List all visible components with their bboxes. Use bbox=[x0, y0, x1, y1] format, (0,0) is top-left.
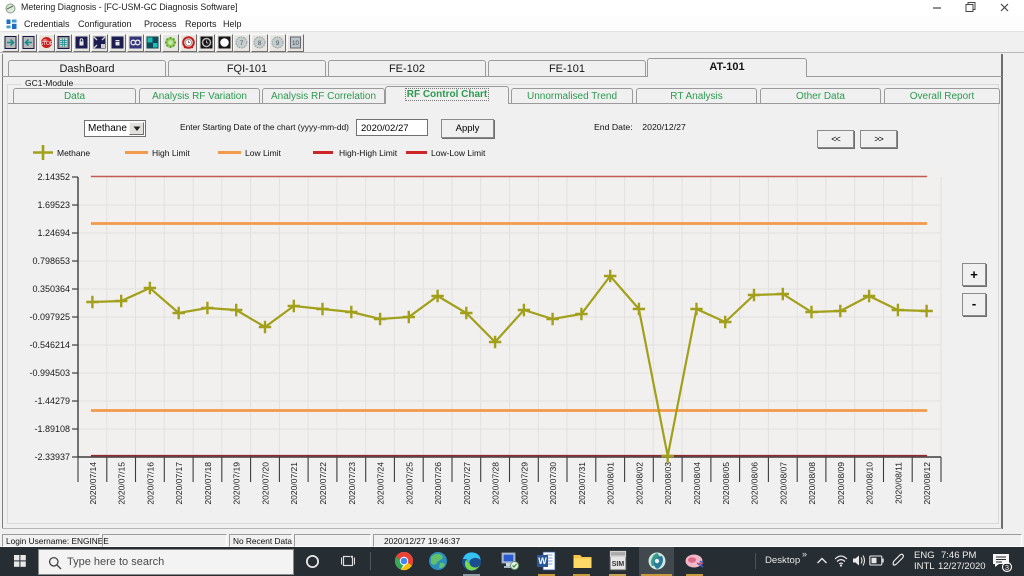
svg-text:-2.33937: -2.33937 bbox=[34, 452, 70, 462]
svg-text:2020/07/28: 2020/07/28 bbox=[491, 462, 501, 505]
svg-text:2020/08/04: 2020/08/04 bbox=[692, 462, 702, 505]
svg-text:2020/07/26: 2020/07/26 bbox=[433, 462, 443, 505]
svg-text:2020/07/21: 2020/07/21 bbox=[289, 462, 299, 505]
svg-text:2020/08/09: 2020/08/09 bbox=[836, 462, 846, 505]
svg-text:2.14352: 2.14352 bbox=[37, 172, 70, 182]
svg-text:2020/08/03: 2020/08/03 bbox=[663, 462, 673, 505]
svg-text:2020/07/20: 2020/07/20 bbox=[261, 462, 271, 505]
svg-text:0.798653: 0.798653 bbox=[32, 256, 70, 266]
svg-text:0.350364: 0.350364 bbox=[32, 284, 70, 294]
svg-text:-1.44279: -1.44279 bbox=[34, 396, 70, 406]
svg-text:SIM: SIM bbox=[612, 561, 625, 568]
svg-text:2020/08/08: 2020/08/08 bbox=[807, 462, 817, 505]
svg-text:2020/07/23: 2020/07/23 bbox=[347, 462, 357, 505]
svg-text:2020/08/11: 2020/08/11 bbox=[893, 462, 903, 504]
svg-text:2020/07/16: 2020/07/16 bbox=[145, 462, 155, 505]
svg-text:-0.546214: -0.546214 bbox=[29, 340, 70, 350]
svg-text:-0.994503: -0.994503 bbox=[29, 368, 70, 378]
svg-text:2020/08/05: 2020/08/05 bbox=[721, 462, 731, 505]
svg-text:2020/07/27: 2020/07/27 bbox=[462, 462, 472, 505]
svg-text:W: W bbox=[538, 556, 547, 566]
svg-text:2020/08/07: 2020/08/07 bbox=[778, 462, 788, 505]
svg-text:2020/08/10: 2020/08/10 bbox=[865, 462, 875, 505]
svg-text:2020/07/24: 2020/07/24 bbox=[376, 462, 386, 505]
svg-text:2020/07/31: 2020/07/31 bbox=[577, 462, 587, 505]
svg-text:2020/07/30: 2020/07/30 bbox=[548, 462, 558, 505]
svg-text:2020/07/19: 2020/07/19 bbox=[232, 462, 242, 505]
svg-text:2020/08/02: 2020/08/02 bbox=[634, 462, 644, 505]
svg-text:2020/07/25: 2020/07/25 bbox=[404, 462, 414, 505]
svg-text:2020/08/12: 2020/08/12 bbox=[922, 462, 932, 505]
svg-text:2020/07/14: 2020/07/14 bbox=[88, 462, 98, 505]
svg-text:2020/07/18: 2020/07/18 bbox=[203, 462, 213, 505]
svg-text:2020/07/22: 2020/07/22 bbox=[318, 462, 328, 505]
svg-text:2020/07/15: 2020/07/15 bbox=[117, 462, 127, 505]
svg-text:2020/07/17: 2020/07/17 bbox=[174, 462, 184, 505]
svg-text:2020/07/29: 2020/07/29 bbox=[519, 462, 529, 505]
svg-text:-1.89108: -1.89108 bbox=[34, 424, 70, 434]
svg-text:2020/08/01: 2020/08/01 bbox=[606, 462, 616, 505]
svg-text:-0.097925: -0.097925 bbox=[29, 312, 70, 322]
svg-text:2020/08/06: 2020/08/06 bbox=[750, 462, 760, 505]
svg-text:1.24694: 1.24694 bbox=[37, 228, 70, 238]
svg-text:1.69523: 1.69523 bbox=[37, 200, 70, 210]
svg-text:3: 3 bbox=[1005, 563, 1009, 572]
